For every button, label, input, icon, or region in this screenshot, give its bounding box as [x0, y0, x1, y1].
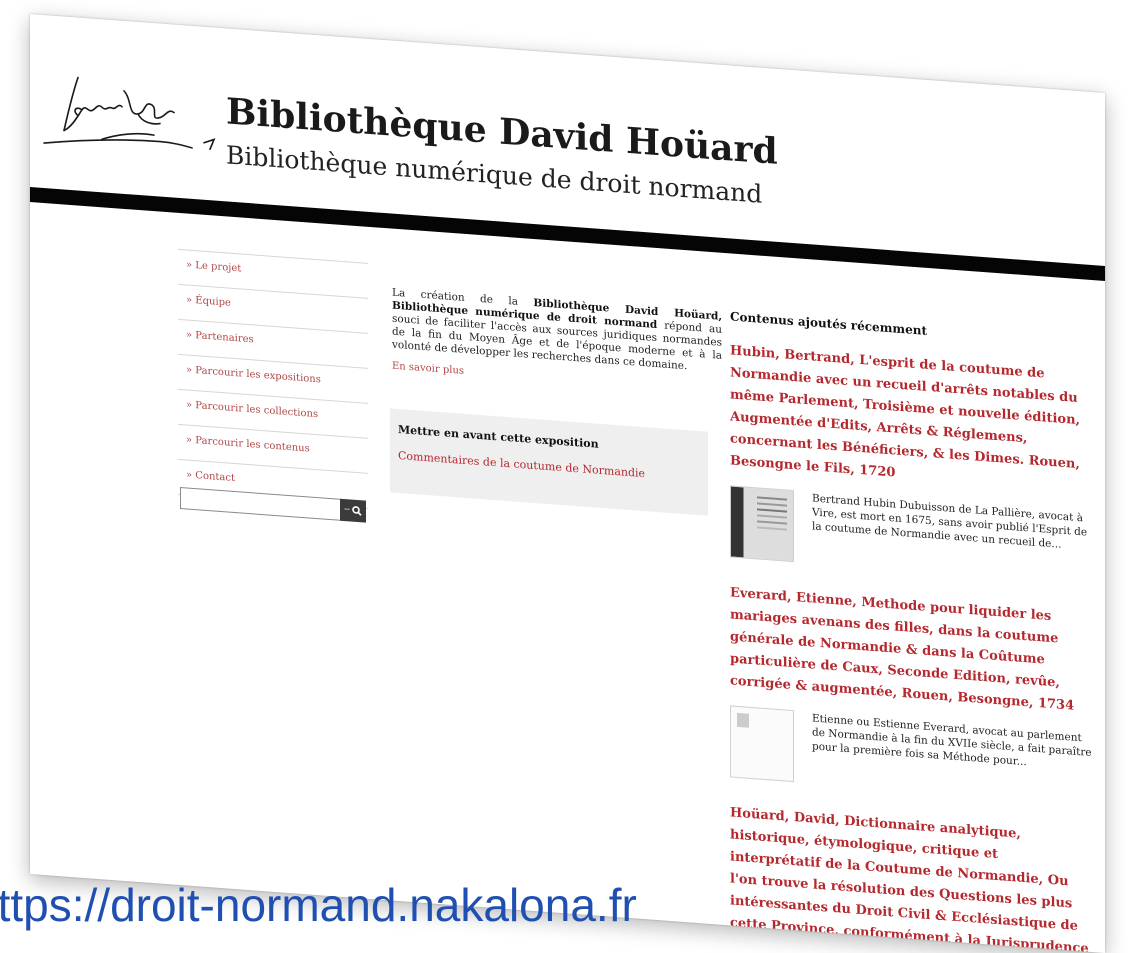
- sidebar-nav: » Le projet » Équipe » Partenaires » Par…: [178, 248, 368, 509]
- recent-item-body: Bertrand Hubin Dubuisson de La Pallière,…: [730, 485, 1092, 584]
- recent-item-description: Bertrand Hubin Dubuisson de La Pallière,…: [812, 492, 1088, 551]
- read-more-link[interactable]: En savoir plus: [392, 361, 464, 377]
- signature-logo: [43, 76, 216, 151]
- recent-item-body: Etienne ou Estienne Everard, avocat au p…: [730, 705, 1092, 804]
- featured-heading: Mettre en avant cette exposition: [398, 423, 599, 451]
- featured-exhibition-link[interactable]: Commentaires de la coutume de Normandie: [398, 449, 645, 480]
- advanced-search-icon[interactable]: ···: [344, 505, 350, 515]
- recent-item: Everard, Etienne, Methode pour liquider …: [730, 581, 1092, 804]
- recent-item-description: Etienne ou Estienne Everard, avocat au p…: [812, 712, 1092, 769]
- intro-text: La création de la Bibliothèque David Hoü…: [392, 287, 722, 376]
- featured-exhibition-box: Mettre en avant cette exposition Comment…: [390, 408, 708, 516]
- recent-content: Contenus ajoutés récemment Hubin, Bertra…: [730, 309, 1092, 953]
- item-thumbnail[interactable]: [730, 705, 794, 783]
- recent-item-title[interactable]: Everard, Etienne, Methode pour liquider …: [730, 585, 1074, 713]
- screenshot-stage: Bibliothèque David Hoüard Bibliothèque n…: [0, 0, 1142, 953]
- recent-item: Hubin, Bertrand, L'esprit de la coutume …: [730, 339, 1092, 584]
- recent-item-title[interactable]: Hubin, Bertrand, L'esprit de la coutume …: [730, 343, 1080, 480]
- search-icon: [352, 506, 362, 516]
- website-page: Bibliothèque David Hoüard Bibliothèque n…: [30, 14, 1105, 953]
- item-thumbnail[interactable]: [730, 485, 794, 563]
- search-button[interactable]: ···: [340, 498, 366, 523]
- url-caption: https://droit-normand.nakalona.fr: [0, 879, 637, 931]
